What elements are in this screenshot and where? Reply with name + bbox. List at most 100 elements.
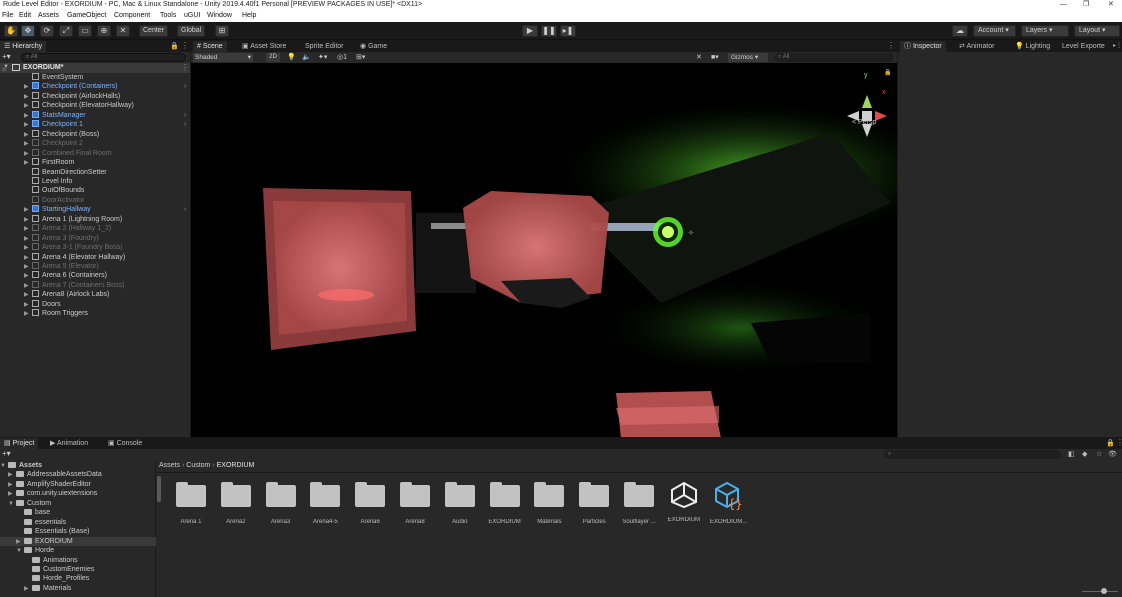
tools-icon[interactable]: ✕ (696, 53, 702, 61)
shading-mode-dropdown[interactable]: Shaded ▾ (193, 53, 253, 62)
pause-button-icon[interactable]: ❚❚ (541, 25, 557, 37)
tab-animator[interactable]: ⇄ Animator (955, 41, 998, 52)
hierarchy-item[interactable]: ▶ Arena 5 (Elevator) (24, 262, 99, 272)
expand-arrow-icon[interactable]: ▼ (16, 547, 24, 557)
prefab-chevron-icon[interactable]: › (184, 111, 186, 121)
project-folder-item[interactable]: base (16, 508, 50, 518)
scene-more-icon[interactable]: ⋮ (887, 41, 895, 50)
account-dropdown[interactable]: Account ▾ (973, 25, 1016, 37)
hierarchy-item[interactable]: ▶ Checkpoint (Boss) (24, 129, 99, 140)
asset-item[interactable]: Arena8 (395, 482, 435, 525)
breadcrumb-assets[interactable]: Assets (159, 462, 180, 469)
project-folder-item[interactable]: ▶ AddressableAssetsData (8, 470, 102, 480)
step-button-icon[interactable]: ▸❚ (560, 25, 576, 37)
grid-dropdown-icon[interactable]: ⊞▾ (356, 53, 365, 61)
tab-overflow-icon[interactable]: ▸⋮ (1113, 42, 1122, 49)
asset-item[interactable]: Arena4-5 (305, 482, 345, 525)
asset-item[interactable]: Audio (440, 482, 480, 525)
pivot-center-button[interactable]: Center (139, 25, 169, 37)
camera-dropdown-icon[interactable]: ■▾ (711, 53, 719, 61)
tab-animation[interactable]: ▶ Animation (46, 438, 92, 449)
hierarchy-item[interactable]: ▶ Checkpoint (Containers) › (24, 82, 186, 92)
project-folder-item[interactable]: ▼ Assets (0, 461, 42, 471)
project-folder-item[interactable]: ▶ Materials (24, 584, 71, 594)
prefab-chevron-icon[interactable]: › (184, 82, 186, 92)
rotate-tool-icon[interactable]: ⟳ (40, 25, 54, 37)
expand-arrow-icon[interactable]: ▶ (24, 310, 32, 320)
transform-tool-icon[interactable]: ⊕ (97, 25, 111, 37)
minimize-button[interactable]: — (1060, 0, 1067, 9)
hierarchy-item[interactable]: ▶ Combined Final Room (24, 148, 112, 159)
hidden-objects-icon[interactable]: ◎1 (337, 53, 347, 61)
project-folder-item[interactable]: CustomEnemies (24, 565, 94, 575)
menu-window[interactable]: Window (207, 12, 232, 19)
hierarchy-item[interactable]: ▶ Checkpoint 2 (24, 139, 83, 149)
gizmos-dropdown[interactable]: Gizmos ▾ (728, 53, 768, 62)
scene-viewport[interactable]: ✧ 🔒 y x < Persp (191, 63, 897, 437)
layout-dropdown[interactable]: Layout ▾ (1074, 25, 1120, 37)
scene-header-row[interactable]: ▼ EXORDIUM* ⋮ (0, 63, 190, 73)
tab-asset-store[interactable]: ▣ Asset Store (238, 41, 290, 52)
maximize-button[interactable]: ❐ (1083, 0, 1089, 9)
prefab-chevron-icon[interactable]: › (184, 205, 186, 215)
hierarchy-item[interactable]: ▶ Arena 4 (Elevator Hallway) (24, 252, 125, 263)
hierarchy-item[interactable]: ▶ Arena 3 (Foundry) (24, 233, 99, 244)
project-folder-item[interactable]: essentials (16, 518, 66, 528)
play-button-icon[interactable]: ▶ (522, 25, 538, 37)
project-more-icon[interactable]: ⋮ (1116, 438, 1122, 447)
tab-console[interactable]: ▣ Console (104, 438, 146, 449)
menu-help[interactable]: Help (242, 12, 256, 19)
custom-tool-icon[interactable]: ✕ (116, 25, 130, 37)
asset-item[interactable]: EXORDIUM (485, 482, 525, 525)
asset-item[interactable]: Particles (574, 482, 614, 525)
project-folder-item[interactable]: Animations (24, 556, 78, 566)
project-folder-item[interactable]: ▶ AmplifyShaderEditor (8, 480, 91, 490)
asset-item[interactable]: Arena3 (261, 482, 301, 525)
tree-scrollbar[interactable] (157, 476, 161, 502)
more-menu-icon[interactable]: ⋮ (181, 41, 189, 50)
icon-size-slider[interactable] (1082, 591, 1118, 592)
tab-scene[interactable]: # Scene (193, 41, 227, 52)
pivot-global-button[interactable]: Global (177, 25, 206, 37)
cloud-icon[interactable]: ☁ (952, 25, 968, 37)
hierarchy-item[interactable]: ▶ Checkpoint (AirlockHalls) (24, 91, 120, 102)
project-create-icon[interactable]: +▾ (2, 449, 11, 458)
menu-file[interactable]: File (2, 12, 13, 19)
effects-dropdown-icon[interactable]: ✦▾ (318, 53, 327, 61)
scene-search-input[interactable]: ⌕ All (774, 53, 894, 62)
menu-edit[interactable]: Edit (19, 12, 31, 19)
tab-project[interactable]: ▤ Project (0, 438, 39, 449)
hierarchy-item[interactable]: ▶ Checkpoint (ElevatorHallway) (24, 101, 134, 111)
move-tool-icon[interactable]: ✥ (21, 25, 35, 37)
hierarchy-item[interactable]: ▶ FirstRoom (24, 158, 74, 168)
hierarchy-item[interactable]: OutOfBounds (24, 186, 84, 196)
hierarchy-item[interactable]: ▶ Arena 1 (Lightning Room) (24, 214, 122, 225)
close-button[interactable]: ✕ (1108, 0, 1114, 9)
hierarchy-item[interactable]: EventSystem (24, 73, 83, 83)
hierarchy-item[interactable]: ▶ StartingHallway › (24, 205, 186, 215)
favorites-star-icon[interactable]: ☆ (1096, 450, 1102, 458)
asset-item[interactable]: Materials (529, 482, 569, 525)
tab-sprite-editor[interactable]: Sprite Editor (301, 41, 348, 52)
hidden-packages-icon[interactable]: 👁 (1108, 450, 1117, 458)
hierarchy-item[interactable]: ▶ Arena 6 (Containers) (24, 271, 107, 281)
lock-icon[interactable]: 🔒 (170, 42, 179, 50)
persp-label[interactable]: < Persp (852, 119, 876, 126)
icon-size-slider-thumb[interactable] (1101, 588, 1107, 594)
rect-tool-icon[interactable]: ▭ (78, 25, 92, 37)
asset-item[interactable]: {} EXORDIUM... (709, 481, 749, 525)
search-by-type-icon[interactable]: ◧ (1068, 450, 1075, 458)
hierarchy-item[interactable]: ▶ Checkpoint 1 › (24, 120, 186, 130)
prefab-chevron-icon[interactable]: › (184, 120, 186, 130)
tab-game[interactable]: ◉ Game (356, 41, 391, 52)
lighting-toggle-icon[interactable]: 💡 (287, 53, 296, 61)
gizmo-lock-icon[interactable]: 🔒 (884, 69, 891, 76)
hierarchy-item[interactable]: ▶ Room Triggers (24, 309, 88, 319)
breadcrumb-custom[interactable]: Custom (186, 462, 210, 469)
tab-lighting[interactable]: 💡 Lighting (1011, 41, 1054, 52)
project-folder-item[interactable]: ▼ Horde (16, 546, 54, 556)
project-folder-item[interactable]: Essentials (Base) (16, 527, 89, 537)
scene-menu-icon[interactable]: ⋮ (181, 63, 189, 72)
asset-item[interactable]: Arena2 (216, 482, 256, 525)
snap-grid-icon[interactable]: ⊞ (215, 25, 229, 37)
